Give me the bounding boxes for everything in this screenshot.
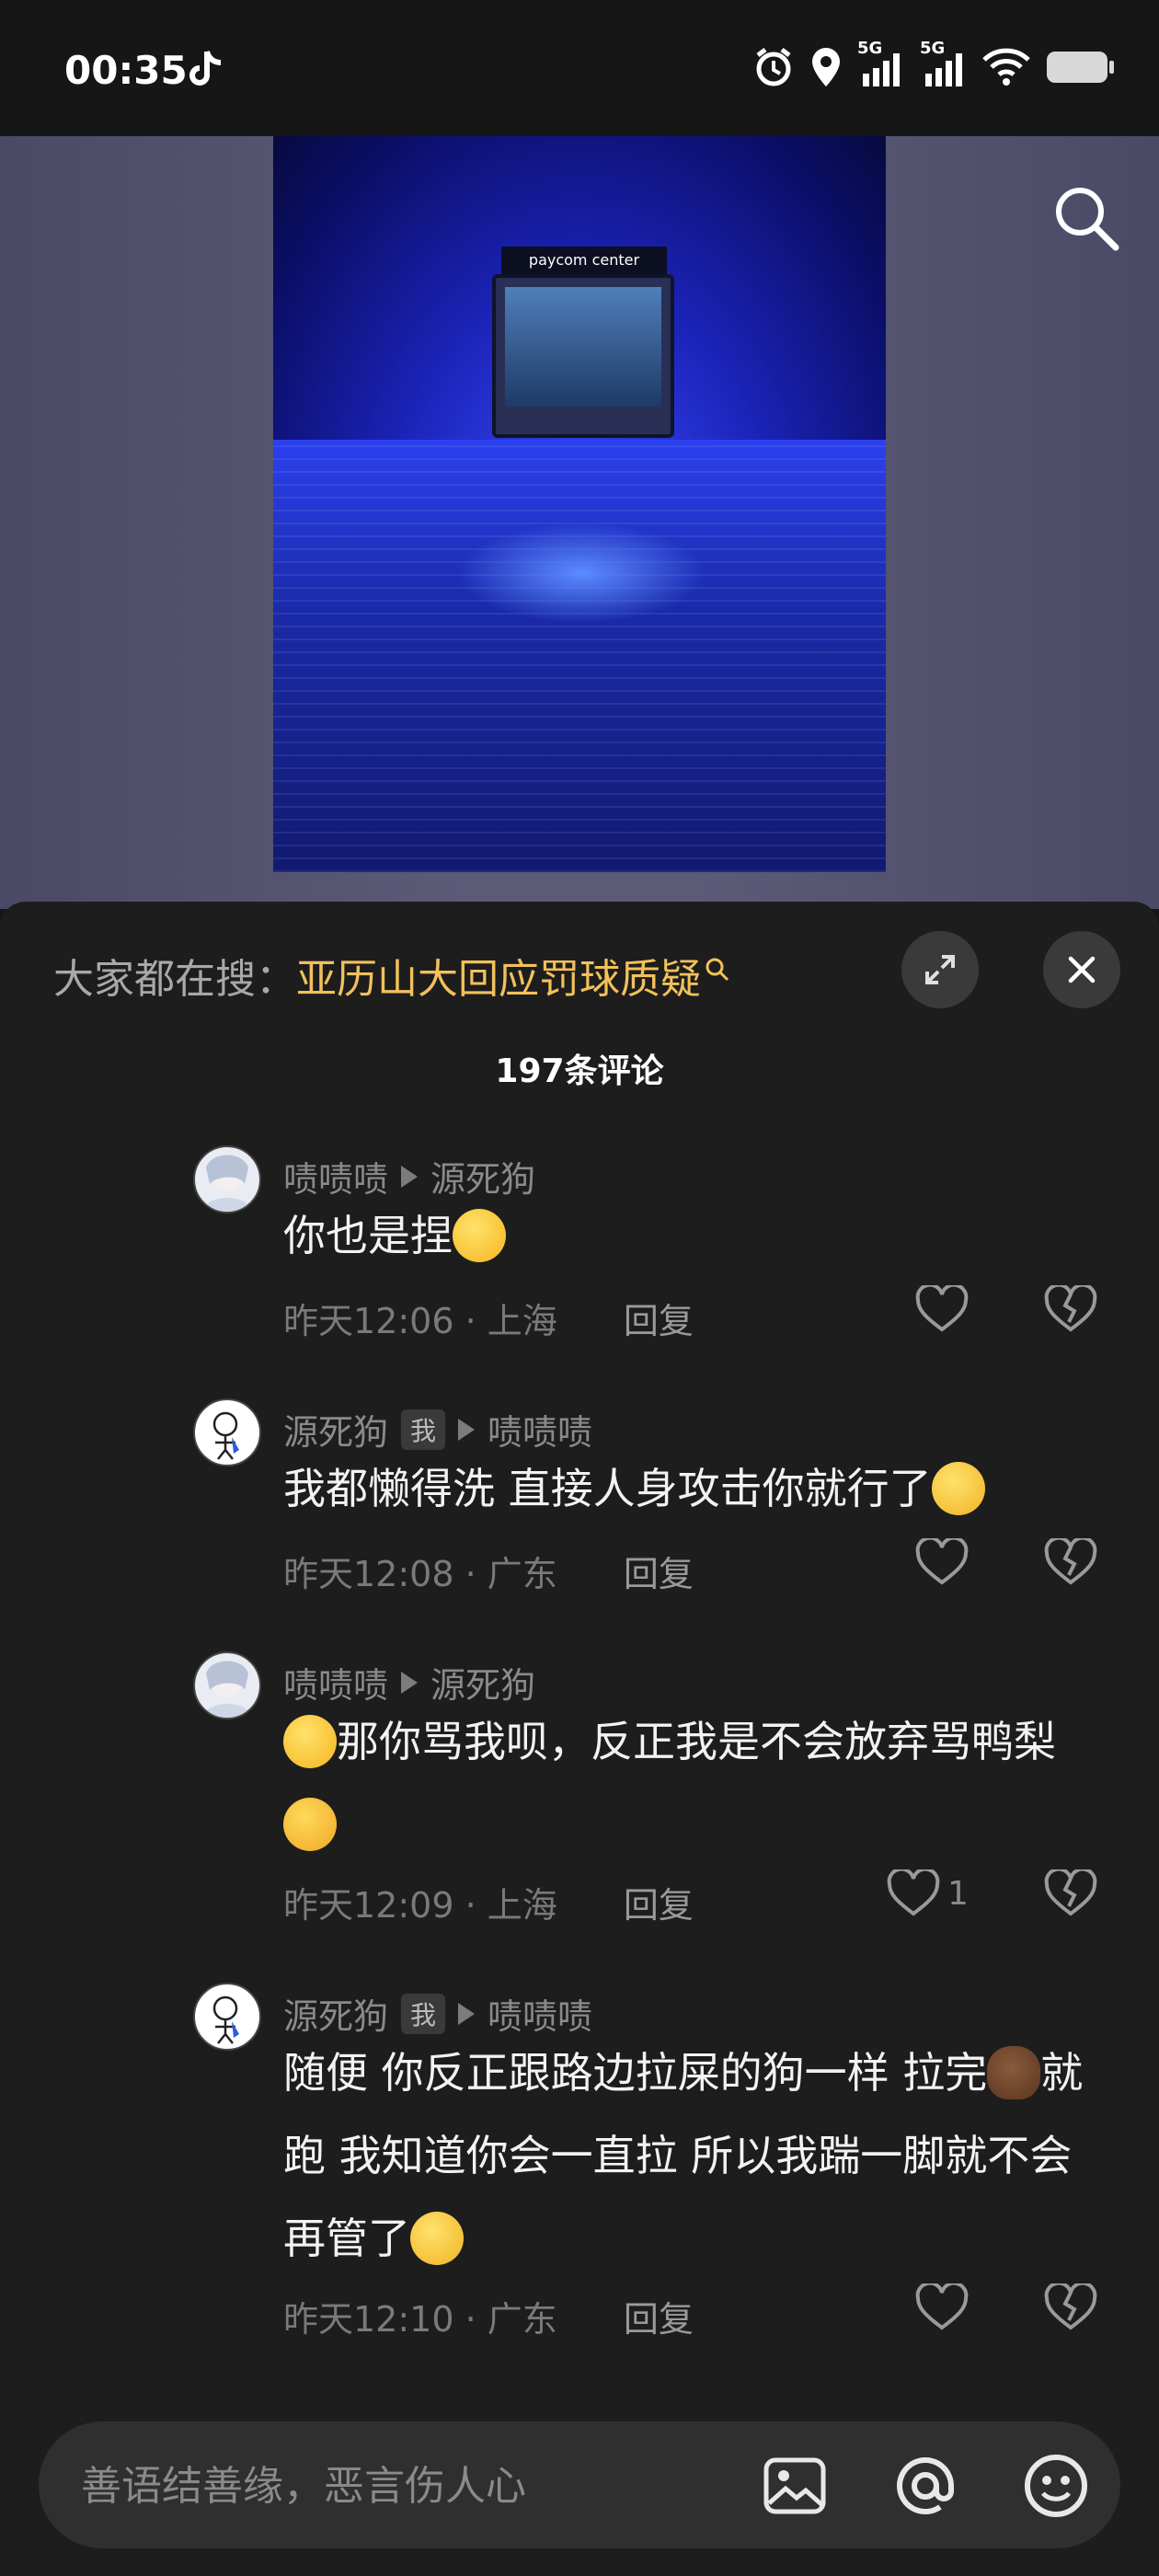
separator: · <box>465 1554 476 1594</box>
scoreboard-brand: paycom center <box>501 247 667 274</box>
separator: · <box>465 1301 476 1341</box>
dislike-button[interactable] <box>1044 2281 1097 2335</box>
broken-heart-icon <box>1044 1535 1097 1585</box>
comment-time: 昨天12:06 <box>283 1301 454 1341</box>
location-icon <box>809 46 843 88</box>
emoji-icon <box>1025 2455 1087 2517</box>
tiktok-icon <box>189 50 224 92</box>
comment-input-bar <box>39 2421 1120 2548</box>
court-light <box>457 523 706 624</box>
comment-location: 上海 <box>487 1885 557 1926</box>
signal-5g-icon-2: 5G <box>920 39 968 88</box>
comment-text: 随便 你反正跟路边拉屎的狗一样 拉完 就跑 我知道你会一直拉 所以我踹一脚就不会再… <box>283 2031 1111 2280</box>
comment-text-content: 那你骂我呗，反正我是不会放弃骂鸭梨 <box>337 1717 1056 1766</box>
scoreboard-screen <box>505 287 661 407</box>
comment-location: 上海 <box>487 1301 557 1341</box>
mention-button[interactable] <box>889 2449 962 2523</box>
heart-icon <box>915 1285 969 1332</box>
like-button[interactable] <box>915 2283 976 2331</box>
laughing-emoji-icon <box>283 1714 337 1768</box>
comment-text-content: 我都懒得洗 直接人身攻击你就行了 <box>283 1464 932 1513</box>
broken-heart-icon <box>1044 1282 1097 1332</box>
heart-icon <box>887 1869 940 1916</box>
comment-location: 广东 <box>487 1554 557 1594</box>
reply-arrow-icon <box>458 2002 476 2025</box>
like-button[interactable] <box>915 1285 976 1333</box>
avatar[interactable] <box>193 1651 261 1719</box>
battery-icon <box>1045 48 1115 86</box>
dislike-button[interactable] <box>1044 1535 1097 1590</box>
arena-scoreboard: paycom center <box>492 247 674 438</box>
close-button[interactable] <box>1043 931 1120 1008</box>
heart-icon <box>915 2283 969 2330</box>
avatar[interactable] <box>193 1983 261 2051</box>
comment-time: 昨天12:08 <box>283 1554 454 1594</box>
reply-arrow-icon <box>458 1418 476 1441</box>
like-count: 1 <box>947 1874 969 1913</box>
expand-button[interactable] <box>901 931 979 1008</box>
reply-button[interactable]: 回复 <box>624 1301 694 1341</box>
laughing-emoji-icon <box>453 1208 506 1262</box>
reply-arrow-icon <box>401 1671 419 1694</box>
comment-count: 197条评论 <box>495 1052 664 1090</box>
comment-footer: 昨天12:10 · 广东 回复 <box>283 2291 694 2341</box>
image-button[interactable] <box>758 2449 832 2523</box>
me-tag: 我 <box>401 1993 446 2034</box>
me-tag: 我 <box>401 1409 446 1450</box>
comment-text-content: 你也是捏 <box>283 1211 453 1260</box>
video-player[interactable]: paycom center <box>0 136 1159 909</box>
avatar[interactable] <box>193 1145 261 1213</box>
separator: · <box>465 1885 476 1926</box>
avatar[interactable] <box>193 1398 261 1466</box>
hot-search-prefix: 大家都在搜： <box>53 956 296 1003</box>
emoji-button[interactable] <box>1019 2449 1093 2523</box>
comment-text-content: 随便 你反正跟路边拉屎的狗一样 拉完 <box>283 2048 988 2098</box>
alarm-icon <box>752 46 795 88</box>
signal-5g-icon: 5G <box>857 39 905 88</box>
heart-icon <box>915 1538 969 1585</box>
expand-icon <box>925 955 955 984</box>
poop-emoji-icon <box>987 2045 1041 2099</box>
image-icon <box>763 2457 826 2514</box>
grinning-emoji-icon <box>410 2211 464 2265</box>
hot-search-keyword[interactable]: 亚历山大回应罚球质疑 <box>296 956 701 1003</box>
comment-text: 那你骂我呗，反正我是不会放弃骂鸭梨 <box>283 1700 1111 1866</box>
grinning-emoji-icon <box>931 1461 985 1515</box>
search-icon <box>1056 188 1119 251</box>
reply-button[interactable]: 回复 <box>624 2299 694 2340</box>
comment-footer: 昨天12:06 · 上海 回复 <box>283 1293 694 1343</box>
search-button[interactable] <box>1050 182 1122 258</box>
separator: · <box>465 2299 476 2340</box>
comment-footer: 昨天12:08 · 广东 回复 <box>283 1546 694 1596</box>
broken-heart-icon <box>1044 1867 1097 1916</box>
comment-input[interactable] <box>79 2453 727 2519</box>
comment-time: 昨天12:09 <box>283 1885 454 1926</box>
comment-time: 昨天12:10 <box>283 2299 454 2340</box>
like-button[interactable]: 1 <box>887 1869 969 1917</box>
status-bar: 00:35 5G 5G <box>0 0 1159 136</box>
star-struck-emoji-icon <box>283 1797 337 1851</box>
dislike-button[interactable] <box>1044 1867 1097 1921</box>
reply-arrow-icon <box>401 1165 419 1188</box>
comment-footer: 昨天12:09 · 上海 回复 <box>283 1877 694 1927</box>
comment-text: 你也是捏 <box>283 1194 1111 1277</box>
comment-text: 我都懒得洗 直接人身攻击你就行了 <box>283 1447 1111 1530</box>
dislike-button[interactable] <box>1044 1282 1097 1337</box>
status-time: 00:35 <box>64 48 188 93</box>
video-frame[interactable]: paycom center <box>273 136 886 872</box>
hot-search-bar[interactable]: 大家都在搜：亚历山大回应罚球质疑 <box>53 946 730 1005</box>
reply-button[interactable]: 回复 <box>624 1885 694 1926</box>
reply-button[interactable]: 回复 <box>624 1554 694 1594</box>
arena-crowd-image <box>273 440 886 872</box>
comment-location: 广东 <box>487 2299 557 2340</box>
wifi-icon <box>982 47 1030 87</box>
comments-panel: 大家都在搜：亚历山大回应罚球质疑 197条评论 啧啧啧 源死狗 你也是捏 昨天1… <box>0 902 1159 2576</box>
like-button[interactable] <box>915 1538 976 1586</box>
close-icon <box>1068 956 1096 983</box>
at-mention-icon <box>897 2457 954 2515</box>
search-icon <box>705 946 730 993</box>
broken-heart-icon <box>1044 2281 1097 2330</box>
